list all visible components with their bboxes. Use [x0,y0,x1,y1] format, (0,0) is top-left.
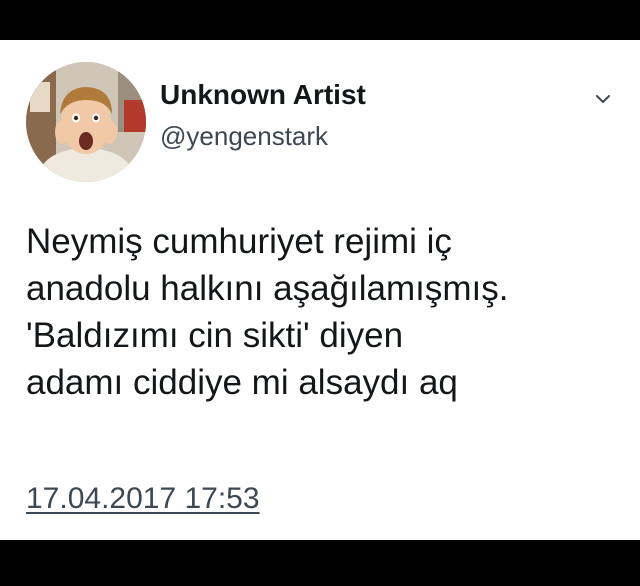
tweet-card: Unknown Artist @yengenstark Neymiş cumhu… [0,40,640,540]
chevron-down-icon[interactable] [592,88,614,110]
letterbox-bottom [0,540,640,586]
author-handle[interactable]: @yengenstark [160,120,328,152]
tweet-text-line: Neymiş cumhuriyet rejimi iç [26,222,452,261]
tweet-text: Neymiş cumhuriyet rejimi iç anadolu halk… [26,218,626,406]
tweet-text-line: 'Baldızımı cin sikti' diyen [26,316,404,355]
author-display-name[interactable]: Unknown Artist [160,78,366,112]
avatar[interactable] [26,62,146,182]
tweet-text-line: adamı ciddiye mi alsaydı aq [26,363,458,402]
letterbox-top [0,0,640,40]
avatar-photo-icon [26,62,146,182]
tweet-timestamp-link[interactable]: 17.04.2017 17:53 [26,482,260,516]
tweet-text-line: anadolu halkını aşağılamışmış. [26,269,509,308]
